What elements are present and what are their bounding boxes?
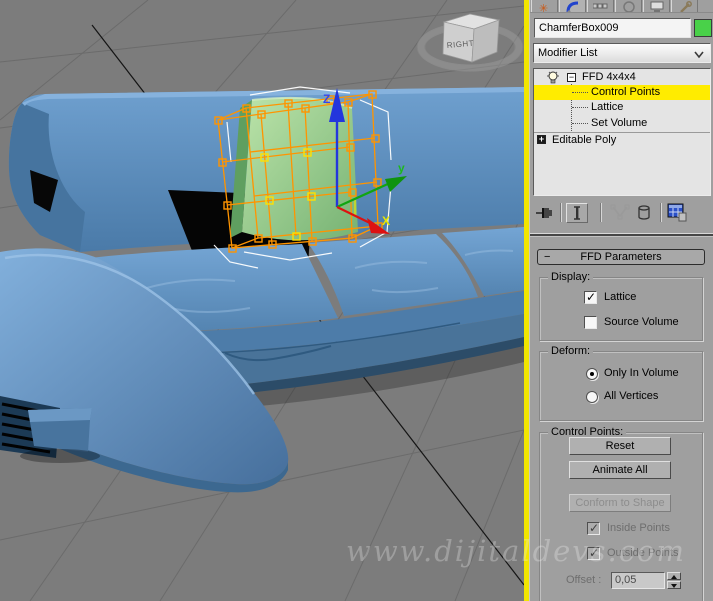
stack-subitem-control-points[interactable]: Control Points [534, 85, 710, 100]
create-icon: ✳ [539, 2, 548, 13]
object-name-input[interactable] [534, 18, 691, 38]
stack-item-editable-poly[interactable]: Editable Poly [534, 132, 710, 147]
pin-stack-icon [535, 203, 557, 223]
deform-group-label: Deform: [548, 345, 593, 357]
only-in-volume-radio-label[interactable]: Only In Volume [604, 367, 679, 379]
control-points-group: Control Points: Reset Animate All Confor… [539, 432, 703, 601]
stack-subitem-label: Lattice [591, 100, 623, 115]
object-color-swatch[interactable] [694, 19, 712, 37]
make-unique-button[interactable] [609, 203, 631, 223]
axis-y-label: y [398, 161, 405, 175]
viewport-scene: Z y X RIGHT [0, 0, 524, 601]
modifier-stack: − FFD 4x4x4 Control Points Lattice Set V… [533, 68, 711, 196]
axis-z-label: Z [323, 92, 330, 106]
stack-toolbar [530, 201, 713, 227]
collapse-node-box[interactable]: − [567, 73, 576, 82]
spinner-down-button[interactable] [667, 581, 681, 589]
offset-spinner [667, 572, 681, 589]
only-in-volume-radio[interactable] [586, 368, 598, 380]
tab-motion[interactable] [615, 0, 642, 13]
spinner-down-icon [671, 584, 677, 588]
remove-modifier-icon [634, 203, 654, 223]
offset-label: Offset : [566, 574, 601, 586]
outside-points-checkbox-label[interactable]: Outside Points [607, 547, 679, 559]
modify-icon [566, 1, 580, 13]
show-end-result-button[interactable] [566, 203, 588, 223]
stack-item-label: Editable Poly [552, 133, 616, 148]
outside-points-checkbox[interactable] [587, 547, 600, 560]
source-volume-checkbox-label[interactable]: Source Volume [604, 316, 679, 328]
tab-modify[interactable] [559, 0, 586, 13]
source-volume-checkbox[interactable] [584, 316, 597, 329]
spinner-up-icon [671, 575, 677, 579]
deform-group: Deform: Only In Volume All Vertices [539, 351, 703, 421]
modifier-list-label: Modifier List [538, 47, 597, 59]
show-end-result-icon [567, 204, 587, 222]
reset-button[interactable]: Reset [569, 437, 671, 455]
inside-points-checkbox[interactable] [587, 522, 600, 535]
modifier-list-dropdown[interactable]: Modifier List [533, 43, 711, 63]
all-vertices-radio-label[interactable]: All Vertices [604, 390, 658, 402]
modifier-enabled-bulb-icon[interactable] [547, 71, 559, 85]
display-icon [650, 1, 664, 12]
stack-subitem-set-volume[interactable]: Set Volume [534, 116, 710, 131]
command-panel-tabs: ✳ [530, 0, 713, 13]
stack-subitem-label: Set Volume [591, 116, 647, 131]
spinner-up-button[interactable] [667, 572, 681, 580]
view-cube[interactable]: RIGHT [417, 14, 523, 71]
remove-modifier-button[interactable] [634, 203, 656, 223]
command-panel: ✳ [529, 0, 713, 601]
stack-subitem-lattice[interactable]: Lattice [534, 100, 710, 115]
lattice-checkbox[interactable] [584, 291, 597, 304]
make-unique-icon [609, 203, 631, 223]
chevron-down-icon [693, 49, 705, 59]
rollout-collapse-icon: − [544, 250, 550, 264]
offset-input[interactable]: 0,05 [611, 572, 665, 589]
utilities-icon [679, 1, 692, 13]
display-group: Display: Lattice Source Volume [539, 277, 703, 341]
axis-x-label: X [382, 214, 390, 228]
tab-hierarchy[interactable] [587, 0, 614, 13]
panel-divider [530, 233, 713, 237]
hierarchy-icon [593, 3, 608, 11]
stack-item-label: FFD 4x4x4 [582, 70, 636, 85]
configure-modifier-sets-icon [667, 203, 687, 222]
tab-create[interactable]: ✳ [531, 0, 558, 13]
tab-utilities[interactable] [671, 0, 698, 13]
rollout-title-label: FFD Parameters [580, 251, 661, 263]
animate-all-button[interactable]: Animate All [569, 461, 671, 479]
ffd-parameters-rollout-header[interactable]: − FFD Parameters [537, 249, 705, 265]
stack-item-ffd[interactable]: − FFD 4x4x4 [534, 70, 710, 85]
all-vertices-radio[interactable] [586, 391, 598, 403]
application-window: Z y X RIGHT www.dijitaldevs.com ✳ [0, 0, 713, 601]
configure-modifier-sets-button[interactable] [667, 203, 689, 223]
stack-subitem-label: Control Points [591, 85, 660, 100]
conform-to-shape-button[interactable]: Conform to Shape [569, 494, 671, 512]
inside-points-checkbox-label[interactable]: Inside Points [607, 522, 670, 534]
motion-icon [623, 1, 635, 13]
perspective-viewport[interactable]: Z y X RIGHT [0, 0, 524, 601]
lattice-checkbox-label[interactable]: Lattice [604, 291, 636, 303]
pin-stack-button[interactable] [535, 203, 557, 223]
tab-display[interactable] [643, 0, 670, 13]
display-group-label: Display: [548, 271, 593, 283]
